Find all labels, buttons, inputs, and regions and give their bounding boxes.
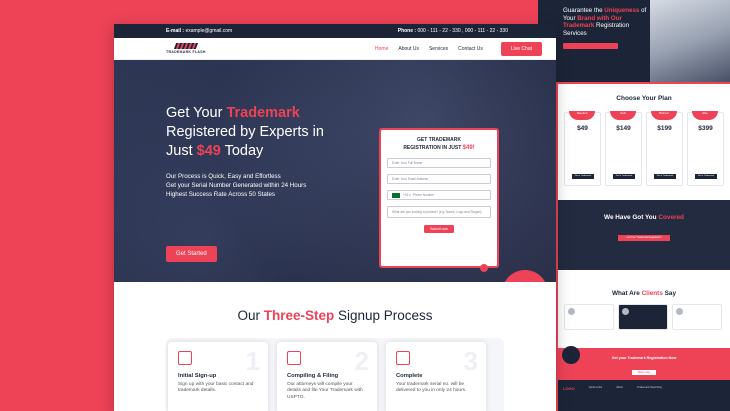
clients-title: What Are Clients Say bbox=[611, 290, 677, 297]
hero-subtext: Our Process is Quick, Easy and Effortles… bbox=[166, 173, 307, 198]
person-icon bbox=[178, 351, 192, 365]
step-text: Your trademark serial no. will be delive… bbox=[396, 382, 467, 394]
clients-section-preview: What Are Clients Say bbox=[558, 270, 730, 350]
nav-contact[interactable]: Contact Us bbox=[458, 46, 483, 52]
plan-price: $399 bbox=[698, 125, 713, 132]
step-card: 1 Initial Sign-up Sign up with your basic … bbox=[168, 342, 268, 411]
nav-links: Home About Us Services Contact Us bbox=[375, 46, 483, 52]
plan-button[interactable]: Get a Trademark bbox=[572, 174, 594, 179]
footer-col: Trademark Searching bbox=[636, 386, 662, 389]
cta-banner-preview: Get your Trademark Registration Now Clic… bbox=[558, 348, 730, 380]
decorative-dot bbox=[480, 264, 488, 272]
step-number: 1 bbox=[245, 346, 260, 376]
flag-icon bbox=[392, 192, 400, 198]
product-field[interactable]: What are you looking to protect? (e.g. N… bbox=[387, 206, 491, 218]
testimonial-card bbox=[672, 304, 722, 330]
plan-button[interactable]: Get a Trademark bbox=[695, 174, 717, 179]
form-heading: GET TRADEMARK REGISTRATION IN JUST $49! bbox=[403, 137, 475, 151]
plan-card: Platinum $199 Get a Trademark bbox=[646, 111, 683, 186]
plans-title: Choose Your Plan bbox=[616, 95, 672, 102]
nav-about[interactable]: About Us bbox=[398, 46, 419, 52]
footer-col: Quick Links bbox=[588, 386, 603, 389]
name-field[interactable]: Enter Your Full Name bbox=[387, 158, 491, 168]
topbar-email: E-mail : example@gmail.com bbox=[166, 28, 233, 34]
landing-page: E-mail : example@gmail.com Phone : 000 -… bbox=[114, 24, 556, 411]
get-started-button[interactable]: Get Started bbox=[166, 246, 217, 262]
checkered-flag-icon bbox=[173, 43, 198, 49]
covered-heading: We Have Got You Covered bbox=[604, 214, 684, 221]
avatar bbox=[676, 308, 683, 315]
office-photo bbox=[650, 0, 730, 82]
nav-home[interactable]: Home bbox=[375, 46, 388, 52]
document-icon bbox=[287, 351, 301, 365]
footer-col: About bbox=[616, 386, 623, 389]
step-number: 2 bbox=[354, 346, 369, 376]
step-card: 2 Compiling & Filing Our attorneys will co… bbox=[277, 342, 377, 411]
testimonial-card bbox=[618, 304, 668, 330]
decorative-circle bbox=[562, 346, 580, 364]
email-field[interactable]: Enter Your Email Address bbox=[387, 174, 491, 184]
plan-price: $149 bbox=[616, 125, 631, 132]
signup-steps-section: Our Three-Step Signup Process 1 Initial S… bbox=[114, 282, 556, 411]
plan-name: Elite bbox=[692, 111, 718, 120]
contact-topbar: E-mail : example@gmail.com Phone : 000 -… bbox=[114, 24, 556, 38]
site-logo[interactable]: TRADEMARK FLASH bbox=[166, 43, 206, 54]
covered-section-preview: We Have Got You Covered Get Your Tradema… bbox=[558, 200, 730, 270]
plan-card: Gold $149 Get a Trademark bbox=[605, 111, 642, 186]
banner-heading: Get your Trademark Registration Now bbox=[611, 356, 677, 360]
step-number: 3 bbox=[463, 346, 478, 376]
checklist-icon bbox=[396, 351, 410, 365]
plan-name: Gold bbox=[610, 111, 636, 120]
plan-name: Platinum bbox=[651, 111, 677, 120]
step-text: Our attorneys will compile your details … bbox=[287, 382, 363, 400]
testimonial-card bbox=[564, 304, 614, 330]
submit-button[interactable]: Submit now bbox=[424, 225, 454, 233]
registration-form: GET TRADEMARK REGISTRATION IN JUST $49! E… bbox=[379, 128, 499, 268]
guarantee-button[interactable] bbox=[563, 43, 618, 50]
live-chat-button[interactable]: Live Chat bbox=[500, 41, 542, 56]
hero-section: Get Your Trademark Registered by Experts… bbox=[114, 60, 556, 282]
navbar: TRADEMARK FLASH Home About Us Services C… bbox=[114, 38, 556, 60]
guarantee-heading: Guarantee the Uniqueness of Your Brand w… bbox=[563, 7, 647, 37]
avatar bbox=[622, 308, 629, 315]
steps-title: Our Three-Step Signup Process bbox=[237, 308, 433, 323]
footer-preview: LOGO Quick Links About Trademark Searchi… bbox=[558, 380, 730, 411]
plan-price: $49 bbox=[577, 125, 588, 132]
decorative-circle bbox=[502, 270, 548, 282]
plan-name: Standard bbox=[569, 111, 595, 120]
nav-services[interactable]: Services bbox=[429, 46, 448, 52]
step-card: 3 Complete Your trademark serial no. will … bbox=[386, 342, 486, 411]
plans-section-preview: Choose Your Plan Standard $49 Get a Tradem… bbox=[558, 84, 730, 200]
plan-card: Elite $399 Get a Trademark bbox=[687, 111, 724, 186]
footer-logo: LOGO bbox=[563, 386, 575, 391]
plan-price: $199 bbox=[657, 125, 672, 132]
plan-button[interactable]: Get a Trademark bbox=[613, 174, 635, 179]
plan-card: Standard $49 Get a Trademark bbox=[564, 111, 601, 186]
banner-button[interactable]: Click to Get bbox=[631, 370, 657, 375]
plan-button[interactable]: Get a Trademark bbox=[654, 174, 676, 179]
topbar-phone: Phone : 000 - 111 - 22 - 330 , 000 - 111… bbox=[397, 28, 508, 34]
avatar bbox=[568, 308, 575, 315]
step-text: Sign up with your basic contact and trad… bbox=[178, 382, 254, 394]
hero-text: Get Your Trademark Registered by Experts… bbox=[166, 104, 346, 199]
phone-field[interactable]: +92 ▾ Phone Number bbox=[387, 190, 491, 200]
hero-title: Get Your Trademark Registered by Experts… bbox=[166, 105, 324, 159]
covered-button[interactable]: Get Your Trademark Registration bbox=[618, 235, 670, 241]
